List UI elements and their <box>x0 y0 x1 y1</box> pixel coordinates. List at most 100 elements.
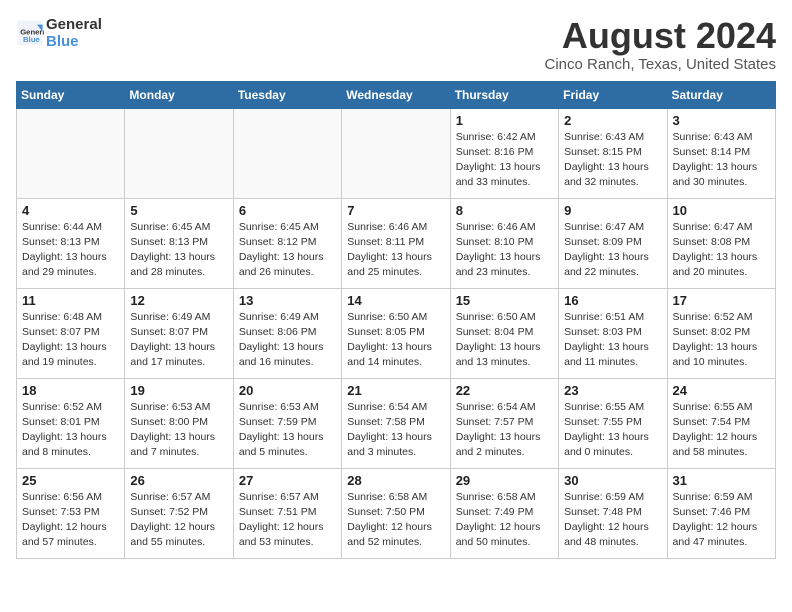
day-number: 13 <box>239 293 336 308</box>
weekday-header-saturday: Saturday <box>667 81 775 108</box>
day-cell: 15Sunrise: 6:50 AMSunset: 8:04 PMDayligh… <box>450 288 558 378</box>
day-cell: 27 Sunrise: 6:57 AMSunset: 7:51 PMDayligh… <box>233 468 341 558</box>
day-cell: 8Sunrise: 6:46 AMSunset: 8:10 PMDaylight… <box>450 198 558 288</box>
day-cell <box>342 108 450 198</box>
day-cell: 7 Sunrise: 6:46 AMSunset: 8:11 PMDaylight… <box>342 198 450 288</box>
day-cell: 1 Sunrise: 6:42 AMSunset: 8:16 PMDaylight… <box>450 108 558 198</box>
weekday-header-wednesday: Wednesday <box>342 81 450 108</box>
day-number: 14 <box>347 293 444 308</box>
day-cell: 10Sunrise: 6:47 AMSunset: 8:08 PMDayligh… <box>667 198 775 288</box>
week-row-5: 25Sunrise: 6:56 AMSunset: 7:53 PMDayligh… <box>17 468 776 558</box>
weekday-header-thursday: Thursday <box>450 81 558 108</box>
day-number: 5 <box>130 203 227 218</box>
day-number: 22 <box>456 383 553 398</box>
day-number: 2 <box>564 113 661 128</box>
logo: General Blue General Blue <box>16 16 102 50</box>
day-info: Sunrise: 6:58 AMSunset: 7:50 PMDaylight:… <box>347 490 444 551</box>
day-info: Sunrise: 6:45 AMSunset: 8:13 PMDaylight:… <box>130 220 227 281</box>
week-row-1: 1 Sunrise: 6:42 AMSunset: 8:16 PMDaylight… <box>17 108 776 198</box>
day-cell: 21Sunrise: 6:54 AMSunset: 7:58 PMDayligh… <box>342 378 450 468</box>
day-info: Sunrise: 6:54 AMSunset: 7:57 PMDaylight:… <box>456 400 553 461</box>
weekday-header-tuesday: Tuesday <box>233 81 341 108</box>
day-cell: 28 Sunrise: 6:58 AMSunset: 7:50 PMDayligh… <box>342 468 450 558</box>
day-info: Sunrise: 6:44 AMSunset: 8:13 PMDaylight:… <box>22 220 119 281</box>
day-info: Sunrise: 6:50 AMSunset: 8:05 PMDaylight:… <box>347 310 444 371</box>
day-cell: 4Sunrise: 6:44 AMSunset: 8:13 PMDaylight… <box>17 198 125 288</box>
day-info: Sunrise: 6:59 AMSunset: 7:46 PMDaylight:… <box>673 490 770 551</box>
calendar: SundayMondayTuesdayWednesdayThursdayFrid… <box>16 81 776 559</box>
day-number: 18 <box>22 383 119 398</box>
day-number: 26 <box>130 473 227 488</box>
logo-line2: Blue <box>46 33 102 50</box>
day-info: Sunrise: 6:45 AMSunset: 8:12 PMDaylight:… <box>239 220 336 281</box>
weekday-header-sunday: Sunday <box>17 81 125 108</box>
title-area: August 2024 Cinco Ranch, Texas, United S… <box>544 16 776 73</box>
day-cell: 26 Sunrise: 6:57 AMSunset: 7:52 PMDayligh… <box>125 468 233 558</box>
day-info: Sunrise: 6:54 AMSunset: 7:58 PMDaylight:… <box>347 400 444 461</box>
day-cell: 14 Sunrise: 6:50 AMSunset: 8:05 PMDayligh… <box>342 288 450 378</box>
day-number: 30 <box>564 473 661 488</box>
day-cell: 20 Sunrise: 6:53 AMSunset: 7:59 PMDayligh… <box>233 378 341 468</box>
svg-text:Blue: Blue <box>23 35 40 44</box>
day-number: 1 <box>456 113 553 128</box>
day-cell <box>125 108 233 198</box>
day-number: 29 <box>456 473 553 488</box>
day-cell: 25Sunrise: 6:56 AMSunset: 7:53 PMDayligh… <box>17 468 125 558</box>
day-number: 12 <box>130 293 227 308</box>
day-info: Sunrise: 6:49 AMSunset: 8:06 PMDaylight:… <box>239 310 336 371</box>
day-number: 27 <box>239 473 336 488</box>
day-info: Sunrise: 6:56 AMSunset: 7:53 PMDaylight:… <box>22 490 119 551</box>
logo-icon: General Blue <box>16 19 44 47</box>
day-info: Sunrise: 6:57 AMSunset: 7:52 PMDaylight:… <box>130 490 227 551</box>
day-info: Sunrise: 6:48 AMSunset: 8:07 PMDaylight:… <box>22 310 119 371</box>
day-cell: 6Sunrise: 6:45 AMSunset: 8:12 PMDaylight… <box>233 198 341 288</box>
day-info: Sunrise: 6:47 AMSunset: 8:09 PMDaylight:… <box>564 220 661 281</box>
day-info: Sunrise: 6:42 AMSunset: 8:16 PMDaylight:… <box>456 130 553 191</box>
day-number: 8 <box>456 203 553 218</box>
day-cell: 19 Sunrise: 6:53 AMSunset: 8:00 PMDayligh… <box>125 378 233 468</box>
day-info: Sunrise: 6:52 AMSunset: 8:02 PMDaylight:… <box>673 310 770 371</box>
day-info: Sunrise: 6:55 AMSunset: 7:55 PMDaylight:… <box>564 400 661 461</box>
calendar-header-row: SundayMondayTuesdayWednesdayThursdayFrid… <box>17 81 776 108</box>
day-number: 31 <box>673 473 770 488</box>
weekday-header-friday: Friday <box>559 81 667 108</box>
day-cell: 5 Sunrise: 6:45 AMSunset: 8:13 PMDaylight… <box>125 198 233 288</box>
day-number: 20 <box>239 383 336 398</box>
day-cell: 13 Sunrise: 6:49 AMSunset: 8:06 PMDayligh… <box>233 288 341 378</box>
month-title: August 2024 <box>544 16 776 56</box>
day-info: Sunrise: 6:53 AMSunset: 8:00 PMDaylight:… <box>130 400 227 461</box>
day-cell: 11 Sunrise: 6:48 AMSunset: 8:07 PMDayligh… <box>17 288 125 378</box>
day-info: Sunrise: 6:52 AMSunset: 8:01 PMDaylight:… <box>22 400 119 461</box>
day-info: Sunrise: 6:43 AMSunset: 8:15 PMDaylight:… <box>564 130 661 191</box>
day-cell: 24Sunrise: 6:55 AMSunset: 7:54 PMDayligh… <box>667 378 775 468</box>
day-info: Sunrise: 6:57 AMSunset: 7:51 PMDaylight:… <box>239 490 336 551</box>
day-cell: 18 Sunrise: 6:52 AMSunset: 8:01 PMDayligh… <box>17 378 125 468</box>
day-cell: 16Sunrise: 6:51 AMSunset: 8:03 PMDayligh… <box>559 288 667 378</box>
logo-line1: General <box>46 16 102 33</box>
day-info: Sunrise: 6:55 AMSunset: 7:54 PMDaylight:… <box>673 400 770 461</box>
day-number: 23 <box>564 383 661 398</box>
location-title: Cinco Ranch, Texas, United States <box>544 56 776 73</box>
day-cell: 23 Sunrise: 6:55 AMSunset: 7:55 PMDayligh… <box>559 378 667 468</box>
weekday-header-monday: Monday <box>125 81 233 108</box>
day-number: 15 <box>456 293 553 308</box>
day-cell: 17 Sunrise: 6:52 AMSunset: 8:02 PMDayligh… <box>667 288 775 378</box>
day-info: Sunrise: 6:53 AMSunset: 7:59 PMDaylight:… <box>239 400 336 461</box>
day-info: Sunrise: 6:51 AMSunset: 8:03 PMDaylight:… <box>564 310 661 371</box>
day-cell: 22 Sunrise: 6:54 AMSunset: 7:57 PMDayligh… <box>450 378 558 468</box>
day-number: 28 <box>347 473 444 488</box>
day-info: Sunrise: 6:58 AMSunset: 7:49 PMDaylight:… <box>456 490 553 551</box>
day-info: Sunrise: 6:59 AMSunset: 7:48 PMDaylight:… <box>564 490 661 551</box>
day-number: 17 <box>673 293 770 308</box>
header: General Blue General Blue August 2024 Ci… <box>16 16 776 73</box>
day-cell: 29 Sunrise: 6:58 AMSunset: 7:49 PMDayligh… <box>450 468 558 558</box>
day-cell: 2 Sunrise: 6:43 AMSunset: 8:15 PMDaylight… <box>559 108 667 198</box>
day-number: 11 <box>22 293 119 308</box>
day-number: 10 <box>673 203 770 218</box>
day-number: 19 <box>130 383 227 398</box>
day-cell: 3Sunrise: 6:43 AMSunset: 8:14 PMDaylight… <box>667 108 775 198</box>
week-row-3: 11 Sunrise: 6:48 AMSunset: 8:07 PMDayligh… <box>17 288 776 378</box>
day-info: Sunrise: 6:46 AMSunset: 8:11 PMDaylight:… <box>347 220 444 281</box>
week-row-2: 4Sunrise: 6:44 AMSunset: 8:13 PMDaylight… <box>17 198 776 288</box>
day-number: 7 <box>347 203 444 218</box>
